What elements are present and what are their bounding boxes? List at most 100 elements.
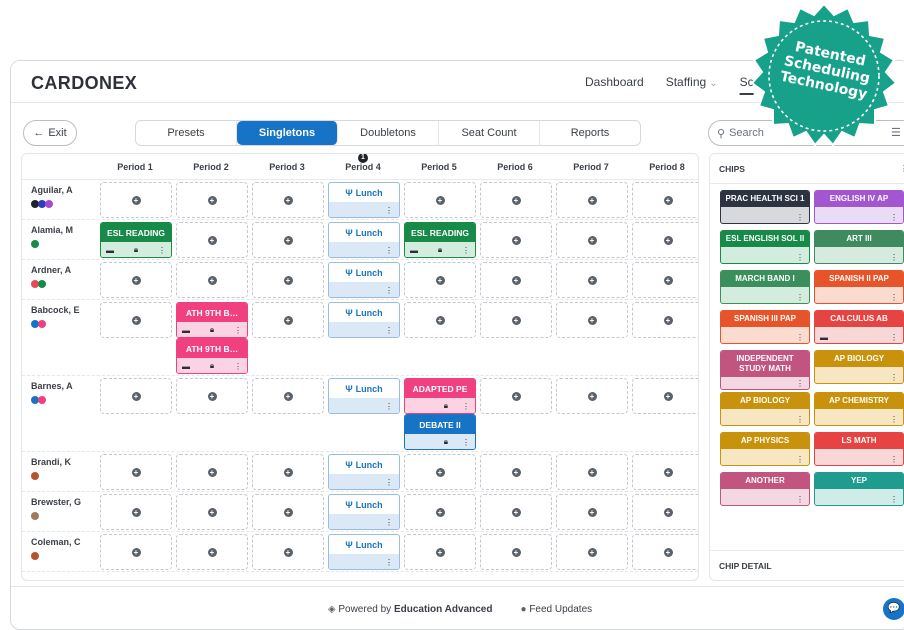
nav-staffing[interactable]: Staffing⌄ <box>666 75 718 89</box>
empty-slot[interactable]: + <box>632 494 699 530</box>
palette-chip[interactable]: AP BIOLOGY⋮ <box>814 350 904 384</box>
kebab-icon[interactable]: ⋮ <box>462 246 470 255</box>
empty-slot[interactable]: + <box>176 262 248 298</box>
empty-slot[interactable]: + <box>100 302 172 338</box>
empty-slot[interactable]: + <box>404 454 476 490</box>
empty-slot[interactable]: + <box>100 262 172 298</box>
empty-slot[interactable]: + <box>404 182 476 218</box>
course-chip[interactable]: DEBATE II🔒︎⋮ <box>404 414 476 450</box>
empty-slot[interactable]: + <box>176 222 248 258</box>
lunch-chip[interactable]: ΨLunch⋮ <box>328 222 400 258</box>
empty-slot[interactable]: + <box>252 182 324 218</box>
chip-detail-bar[interactable]: CHIP DETAIL › <box>710 550 904 580</box>
kebab-icon[interactable]: ⋮ <box>234 326 242 335</box>
empty-slot[interactable]: + <box>252 454 324 490</box>
kebab-icon[interactable]: ⋮ <box>890 253 898 262</box>
kebab-icon[interactable]: ⋮ <box>796 495 804 504</box>
palette-chip[interactable]: AP CHEMISTRY⋮ <box>814 392 904 426</box>
palette-chip[interactable]: MARCH BAND I⋮ <box>720 270 810 304</box>
kebab-icon[interactable]: ⋮ <box>385 286 393 295</box>
teacher-name[interactable]: Barnes, A <box>31 381 73 391</box>
lunch-chip[interactable]: ΨLunch⋮ <box>328 454 400 490</box>
empty-slot[interactable]: + <box>176 454 248 490</box>
course-chip[interactable]: ATH 9TH B…▬🔒︎⋮ <box>176 338 248 374</box>
feed-updates-link[interactable]: ● Feed Updates <box>520 604 592 615</box>
palette-chip[interactable]: ENGLISH IV AP⋮ <box>814 190 904 224</box>
empty-slot[interactable]: + <box>100 534 172 570</box>
empty-slot[interactable]: + <box>556 378 628 414</box>
empty-slot[interactable]: + <box>252 494 324 530</box>
empty-slot[interactable]: + <box>632 262 699 298</box>
tab-reports[interactable]: Reports <box>540 121 640 145</box>
lunch-chip[interactable]: ΨLunch⋮ <box>328 534 400 570</box>
teacher-name[interactable]: Coleman, C <box>31 537 81 547</box>
empty-slot[interactable]: + <box>556 262 628 298</box>
empty-slot[interactable]: + <box>100 182 172 218</box>
empty-slot[interactable]: + <box>176 534 248 570</box>
kebab-icon[interactable]: ⋮ <box>890 455 898 464</box>
empty-slot[interactable]: + <box>632 534 699 570</box>
palette-chip[interactable]: ANOTHER⋮ <box>720 472 810 506</box>
teacher-name[interactable]: Babcock, E <box>31 305 80 315</box>
kebab-icon[interactable]: ⋮ <box>796 455 804 464</box>
kebab-icon[interactable]: ⋮ <box>890 373 898 382</box>
course-chip[interactable]: ESL READING▬🔒︎⋮ <box>404 222 476 258</box>
palette-chip[interactable]: SPANISH III PAP⋮ <box>720 310 810 344</box>
kebab-icon[interactable]: ⋮ <box>385 402 393 411</box>
kebab-icon[interactable]: ⋮ <box>890 213 898 222</box>
empty-slot[interactable]: + <box>100 494 172 530</box>
empty-slot[interactable]: + <box>480 378 552 414</box>
empty-slot[interactable]: + <box>480 534 552 570</box>
empty-slot[interactable]: + <box>480 302 552 338</box>
palette-chip[interactable]: PRAC HEALTH SCI 1⋮ <box>720 190 810 224</box>
kebab-icon[interactable]: ⋮ <box>796 333 804 342</box>
kebab-icon[interactable]: ⋮ <box>462 402 470 411</box>
empty-slot[interactable]: + <box>100 378 172 414</box>
kebab-icon[interactable]: ⋮ <box>796 415 804 424</box>
empty-slot[interactable]: + <box>480 182 552 218</box>
lock-icon[interactable]: 🔒︎ <box>210 325 214 335</box>
lunch-chip[interactable]: ΨLunch⋮ <box>328 182 400 218</box>
empty-slot[interactable]: + <box>480 262 552 298</box>
empty-slot[interactable]: + <box>404 262 476 298</box>
empty-slot[interactable]: + <box>252 302 324 338</box>
nav-dashboard[interactable]: Dashboard <box>585 75 644 89</box>
lock-icon[interactable]: 🔒︎ <box>438 245 442 255</box>
lunch-chip[interactable]: ΨLunch⋮ <box>328 494 400 530</box>
kebab-icon[interactable]: ⋮ <box>890 495 898 504</box>
exit-button[interactable]: ← Exit <box>23 120 77 146</box>
empty-slot[interactable]: + <box>252 534 324 570</box>
empty-slot[interactable]: + <box>404 494 476 530</box>
empty-slot[interactable]: + <box>404 534 476 570</box>
empty-slot[interactable]: + <box>480 222 552 258</box>
course-chip[interactable]: ESL READING▬🔒︎⋮ <box>100 222 172 258</box>
kebab-icon[interactable]: ⋮ <box>158 246 166 255</box>
kebab-icon[interactable]: ⋮ <box>890 333 898 342</box>
empty-slot[interactable]: + <box>632 378 699 414</box>
teacher-name[interactable]: Brewster, G <box>31 497 81 507</box>
empty-slot[interactable]: + <box>632 222 699 258</box>
lock-icon[interactable]: 🔒︎ <box>134 245 138 255</box>
kebab-icon[interactable]: ⋮ <box>385 558 393 567</box>
tab-presets[interactable]: Presets <box>136 121 237 145</box>
kebab-icon[interactable]: ⋮ <box>385 246 393 255</box>
palette-chip[interactable]: SPANISH II PAP⋮ <box>814 270 904 304</box>
empty-slot[interactable]: + <box>556 454 628 490</box>
chat-help-button[interactable]: 💬 <box>883 598 904 620</box>
empty-slot[interactable]: + <box>632 302 699 338</box>
kebab-icon[interactable]: ⋮ <box>890 415 898 424</box>
palette-chip[interactable]: AP BIOLOGY⋮ <box>720 392 810 426</box>
kebab-icon[interactable]: ⋮ <box>234 362 242 371</box>
tab-seat-count[interactable]: Seat Count <box>439 121 540 145</box>
kebab-icon[interactable]: ⋮ <box>796 379 804 388</box>
lunch-chip[interactable]: ΨLunch⋮ <box>328 302 400 338</box>
course-chip[interactable]: ADAPTED PE🔒︎⋮ <box>404 378 476 414</box>
kebab-icon[interactable]: ⋮ <box>462 438 470 447</box>
empty-slot[interactable]: + <box>176 378 248 414</box>
empty-slot[interactable]: + <box>176 182 248 218</box>
empty-slot[interactable]: + <box>556 302 628 338</box>
palette-chip[interactable]: LS MATH⋮ <box>814 432 904 466</box>
palette-chip[interactable]: ESL ENGLISH SOL II⋮ <box>720 230 810 264</box>
kebab-icon[interactable]: ⋮ <box>796 253 804 262</box>
empty-slot[interactable]: + <box>100 454 172 490</box>
